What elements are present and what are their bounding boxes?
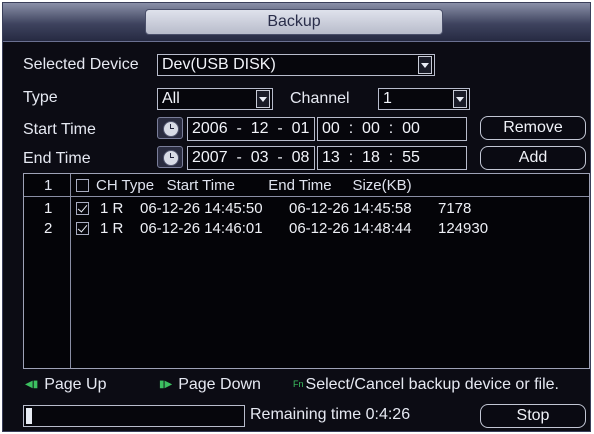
table-header-index: 1 bbox=[44, 177, 53, 194]
start-date-field[interactable]: 2006 - 12 - 01 bbox=[187, 117, 315, 141]
stop-button[interactable]: Stop bbox=[480, 404, 586, 428]
dialog-title: Backup bbox=[145, 9, 443, 35]
start-hour[interactable]: 00 bbox=[322, 120, 340, 137]
row-checkbox[interactable] bbox=[76, 222, 89, 235]
table-header-columns[interactable]: CH Type Start Time End Time Size(KB) bbox=[96, 177, 412, 194]
chevron-down-icon[interactable] bbox=[453, 90, 467, 108]
page-down-icon: ▮▶ bbox=[159, 379, 173, 390]
end-second[interactable]: 55 bbox=[402, 149, 420, 166]
fn-hint: Fn Select/Cancel backup device or file. bbox=[293, 376, 559, 394]
start-minute[interactable]: 00 bbox=[362, 120, 380, 137]
type-label: Type bbox=[23, 89, 58, 106]
channel-label: Channel bbox=[290, 90, 350, 107]
end-hour[interactable]: 13 bbox=[322, 149, 340, 166]
end-minute[interactable]: 18 bbox=[362, 149, 380, 166]
page-up-label: Page Up bbox=[44, 376, 107, 393]
end-month[interactable]: 03 bbox=[251, 149, 269, 166]
row-index: 1 bbox=[44, 200, 53, 217]
remaining-time-label: Remaining time 0:4:26 bbox=[250, 406, 411, 423]
row-size: 124930 bbox=[438, 220, 489, 237]
page-down-hint[interactable]: ▮▶ Page Down bbox=[159, 376, 261, 394]
fn-hint-label: Select/Cancel backup device or file. bbox=[305, 376, 559, 393]
type-dropdown[interactable]: All bbox=[157, 88, 273, 110]
backup-file-table[interactable]: 1 CH Type Start Time End Time Size(KB) 1… bbox=[23, 173, 590, 369]
start-year[interactable]: 2006 bbox=[192, 120, 228, 137]
page-down-label: Page Down bbox=[178, 376, 261, 393]
start-time-field[interactable]: 00 : 00 : 00 bbox=[317, 117, 467, 141]
backup-progress-bar bbox=[23, 405, 245, 427]
start-second[interactable]: 00 bbox=[402, 120, 420, 137]
fn-key-icon: Fn bbox=[293, 379, 304, 389]
selected-device-dropdown[interactable]: Dev(USB DISK) bbox=[157, 54, 435, 76]
end-date-field[interactable]: 2007 - 03 - 08 bbox=[187, 146, 315, 170]
channel-dropdown[interactable]: 1 bbox=[378, 88, 470, 110]
end-time-label: End Time bbox=[23, 150, 91, 167]
row-channel-type: 1 R bbox=[100, 200, 124, 217]
end-day[interactable]: 08 bbox=[292, 149, 310, 166]
row-index: 2 bbox=[44, 220, 53, 237]
end-year[interactable]: 2007 bbox=[192, 149, 228, 166]
title-bar: Backup bbox=[3, 3, 590, 42]
start-time-label: Start Time bbox=[23, 121, 96, 138]
remove-button[interactable]: Remove bbox=[480, 116, 586, 140]
backup-dialog: Backup Selected Device Dev(USB DISK) Typ… bbox=[2, 2, 591, 432]
row-start-time: 06-12-26 14:45:50 bbox=[140, 200, 263, 217]
progress-fill bbox=[26, 408, 33, 424]
row-start-time: 06-12-26 14:46:01 bbox=[140, 220, 263, 237]
start-day[interactable]: 01 bbox=[292, 120, 310, 137]
type-value: All bbox=[162, 90, 180, 107]
selected-device-label: Selected Device bbox=[23, 56, 139, 73]
row-checkbox[interactable] bbox=[76, 202, 89, 215]
row-end-time: 06-12-26 14:45:58 bbox=[289, 200, 412, 217]
row-channel-type: 1 R bbox=[100, 220, 124, 237]
calendar-clock-icon[interactable] bbox=[157, 117, 183, 139]
calendar-clock-icon[interactable] bbox=[157, 146, 183, 168]
page-up-hint[interactable]: ◀▮ Page Up bbox=[25, 376, 106, 394]
start-month[interactable]: 12 bbox=[251, 120, 269, 137]
row-size: 7178 bbox=[438, 200, 472, 217]
end-time-field[interactable]: 13 : 18 : 55 bbox=[317, 146, 467, 170]
selected-device-value: Dev(USB DISK) bbox=[162, 56, 276, 73]
select-all-checkbox[interactable] bbox=[76, 179, 89, 192]
row-end-time: 06-12-26 14:48:44 bbox=[289, 220, 412, 237]
add-button[interactable]: Add bbox=[480, 146, 586, 170]
page-up-icon: ◀▮ bbox=[25, 379, 39, 390]
chevron-down-icon[interactable] bbox=[256, 90, 270, 108]
chevron-down-icon[interactable] bbox=[418, 56, 432, 74]
channel-value: 1 bbox=[383, 90, 392, 107]
